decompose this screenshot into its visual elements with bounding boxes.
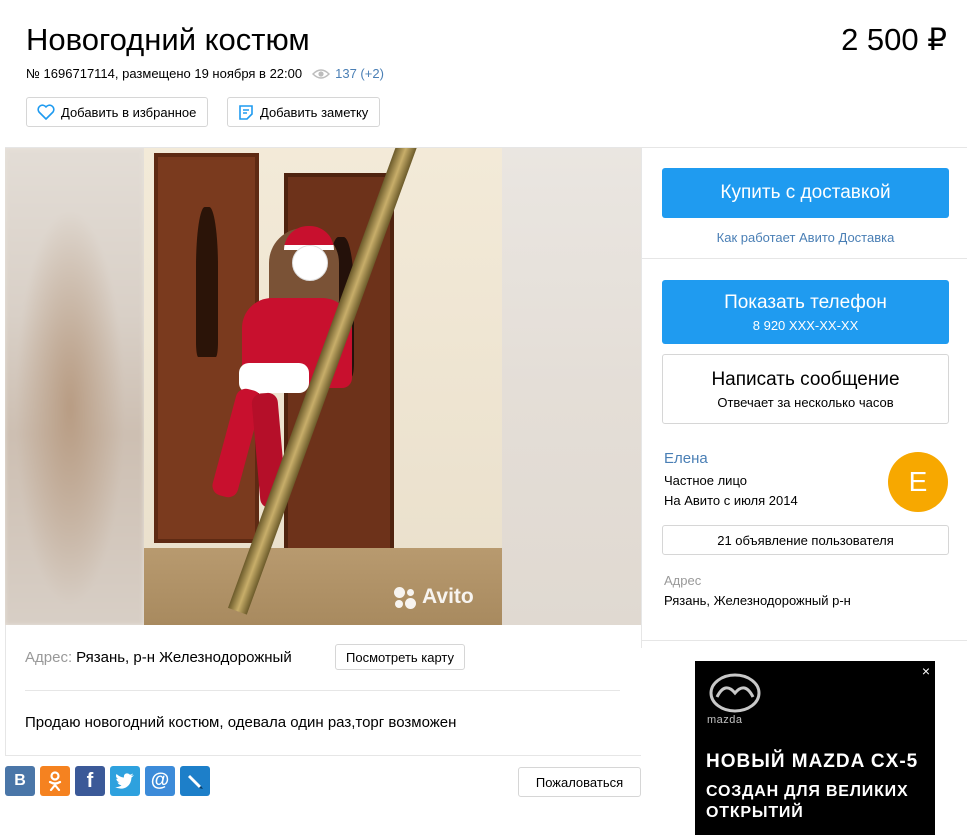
views-count: 137 (+2) (335, 66, 384, 81)
note-icon (239, 104, 253, 120)
ad-subheadline: СОЗДАН ДЛЯ ВЕЛИКИХ ОТКРЫТИЙ (706, 783, 909, 821)
address-label: Адрес: (25, 649, 73, 666)
close-icon[interactable]: × (922, 663, 930, 679)
ok-share-icon[interactable] (40, 766, 70, 796)
twitter-bird-icon (115, 773, 134, 789)
vk-share-icon[interactable]: B (5, 766, 35, 796)
facebook-share-icon[interactable]: f (75, 766, 105, 796)
phone-masked: 8 920 XXX-XX-XX (752, 317, 859, 333)
listing-price: 2 500 ₽ (841, 22, 947, 57)
avito-watermark-text: Avito (422, 585, 474, 608)
sidebar-address-heading: Адрес (664, 573, 702, 588)
write-message-button[interactable]: Написать сообщение Отвечает за несколько… (662, 354, 949, 424)
heart-icon (37, 104, 55, 120)
twitter-share-icon[interactable] (110, 766, 140, 796)
add-to-favorites-label: Добавить в избранное (61, 104, 197, 120)
listing-photo[interactable]: Avito (144, 148, 502, 625)
address-value: Рязань, р-н Железнодорожный (76, 649, 292, 666)
share-buttons: B f @ (5, 766, 215, 796)
pencil-icon (188, 775, 203, 789)
add-to-favorites-button[interactable]: Добавить в избранное (26, 97, 209, 127)
address-line: Адрес: Рязань, р-н Железнодорожный (25, 649, 292, 666)
listing-header: Новогодний костюм 2 500 ₽ № 1696717114, … (0, 0, 967, 148)
photo-gallery[interactable]: Avito (5, 148, 641, 625)
seller-since: На Авито с июля 2014 (664, 493, 798, 508)
ad-brand: mazda (707, 714, 743, 726)
ad-headline: НОВЫЙ MAZDA CX-5 (706, 751, 919, 772)
seller-name-link[interactable]: Елена (664, 450, 708, 467)
add-note-label: Добавить заметку (260, 104, 369, 120)
show-phone-label: Показать телефон (724, 291, 887, 313)
mazda-banner-ad[interactable]: × mazda НОВЫЙ MAZDA CX-5 СОЗДАН ДЛЯ ВЕЛИ… (695, 661, 935, 835)
avito-watermark: Avito (394, 585, 474, 609)
show-phone-button[interactable]: Показать телефон 8 920 XXX-XX-XX (662, 280, 949, 344)
listing-details: Адрес: Рязань, р-н Железнодорожный Посмо… (5, 625, 641, 756)
seller-avatar[interactable]: E (888, 452, 948, 512)
sidebar-divider (642, 640, 967, 641)
photo-face-mask (292, 245, 328, 281)
details-divider (25, 690, 620, 691)
listing-title: Новогодний костюм (26, 22, 310, 57)
views-counter: 137 (+2) (312, 66, 384, 81)
seller-ads-button[interactable]: 21 объявление пользователя (662, 525, 949, 555)
response-time-hint: Отвечает за несколько часов (717, 394, 894, 410)
mazda-logo-icon (709, 673, 761, 713)
listing-id-date: № 1696717114, размещено 19 ноября в 22:0… (26, 66, 303, 81)
report-button[interactable]: Пожаловаться (518, 767, 641, 797)
avito-logo-icon (394, 585, 418, 609)
buy-with-delivery-button[interactable]: Купить с доставкой (662, 168, 949, 218)
add-note-button[interactable]: Добавить заметку (227, 97, 381, 127)
eye-icon (312, 68, 331, 79)
delivery-info-link[interactable]: Как работает Авито Доставка (662, 230, 949, 245)
photo-blur-left (5, 148, 144, 625)
listing-meta: № 1696717114, размещено 19 ноября в 22:0… (26, 66, 384, 81)
photo-blur-right (502, 148, 641, 625)
show-map-button[interactable]: Посмотреть карту (335, 644, 466, 670)
seller-type: Частное лицо (664, 473, 747, 488)
sidebar-divider (642, 258, 967, 259)
write-message-label: Написать сообщение (711, 368, 900, 390)
listing-description: Продаю новогодний костюм, одевала один р… (25, 714, 457, 731)
sidebar: Купить с доставкой Как работает Авито До… (641, 148, 967, 648)
odnoklassniki-icon (48, 771, 62, 791)
mail-share-icon[interactable]: @ (145, 766, 175, 796)
livejournal-share-icon[interactable] (180, 766, 210, 796)
sidebar-address-value: Рязань, Железнодорожный р-н (664, 593, 851, 608)
